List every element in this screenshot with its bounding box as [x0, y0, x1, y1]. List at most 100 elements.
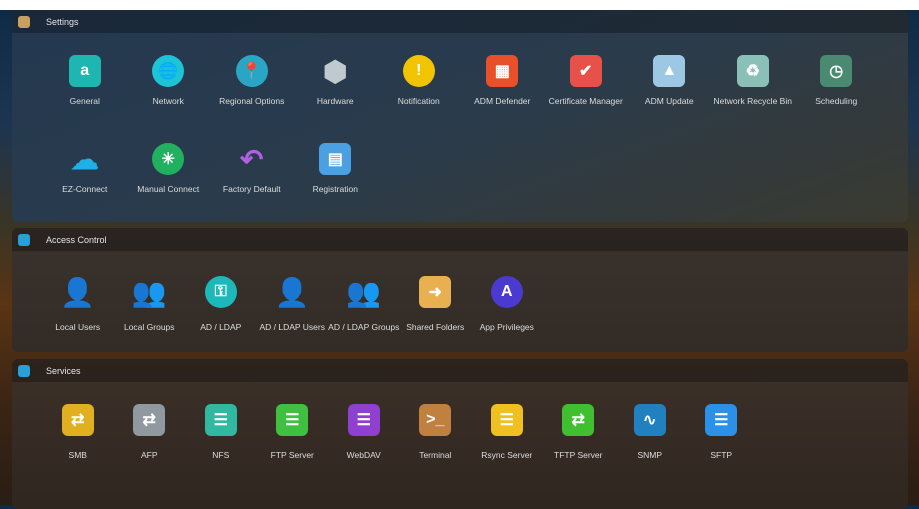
app-ad-ldap[interactable]: ⚿ AD / LDAP — [185, 251, 257, 351]
app-network-recycle-bin[interactable]: ♻ Network Recycle Bin — [711, 33, 795, 121]
app-label: Shared Folders — [406, 322, 465, 332]
app-label: Hardware — [316, 96, 354, 106]
network-globe-icon: 🌐 — [152, 55, 185, 87]
app-label: Factory Default — [222, 184, 281, 194]
app-registration[interactable]: ▤ Registration — [294, 121, 378, 209]
app-ad-ldap-users[interactable]: 👤 AD / LDAP Users — [257, 251, 329, 351]
factory-default-icon: ↶ — [240, 143, 264, 175]
tftp-server-icon: ⇄ — [562, 404, 595, 436]
app-scheduling[interactable]: ◷ Scheduling — [795, 33, 879, 121]
settings-gear-icon — [18, 15, 30, 28]
app-rsync-server[interactable]: ☰ Rsync Server — [471, 382, 543, 482]
adm-defender-icon: ▦ — [486, 55, 519, 87]
app-local-groups[interactable]: 👥 Local Groups — [114, 251, 186, 351]
nfs-icon: ☰ — [204, 404, 237, 436]
top-bar — [0, 0, 919, 10]
general-icon: a — [68, 55, 101, 87]
app-local-users[interactable]: 👤 Local Users — [42, 251, 114, 351]
shared-folders-icon: ➜ — [419, 276, 452, 308]
adm-update-icon: ▲ — [653, 55, 686, 87]
manual-connect-icon: ✳ — [152, 143, 185, 175]
app-label: AD / LDAP Users — [259, 322, 325, 332]
app-label: General — [69, 96, 100, 106]
app-label: Certificate Manager — [548, 96, 623, 106]
app-label: EZ-Connect — [62, 184, 108, 194]
app-label: Scheduling — [815, 96, 858, 106]
app-label: NFS — [212, 450, 230, 460]
app-label: Registration — [312, 184, 358, 194]
app-label: App Privileges — [479, 322, 534, 332]
app-network[interactable]: 🌐 Network — [127, 33, 211, 121]
app-notification[interactable]: ! Notification — [377, 33, 461, 121]
app-label: SFTP — [710, 450, 733, 460]
section-header: Settings — [12, 10, 908, 33]
app-label: AFP — [140, 450, 158, 460]
sftp-icon: ☰ — [705, 404, 738, 436]
app-manual-connect[interactable]: ✳ Manual Connect — [127, 121, 211, 209]
app-grid: a General 🌐 Network 📍 Regional Options ⬢ Hardwa… — [43, 33, 878, 209]
app-sftp[interactable]: ☰ SFTP — [686, 382, 758, 482]
app-webdav[interactable]: ☰ WebDAV — [328, 382, 400, 482]
section-header: Services — [12, 359, 908, 382]
app-factory-default[interactable]: ↶ Factory Default — [210, 121, 294, 209]
app-general[interactable]: a General — [43, 33, 127, 121]
app-grid: 👤 Local Users 👥 Local Groups ⚿ AD / LDAP 👤 AD /… — [42, 251, 757, 351]
app-label: TFTP Server — [554, 450, 603, 460]
app-label: Local Users — [55, 322, 101, 332]
app-privileges-icon: A — [490, 276, 523, 308]
app-label: Terminal — [419, 450, 452, 460]
app-label: Rsync Server — [481, 450, 533, 460]
app-snmp[interactable]: ∿ SNMP — [614, 382, 686, 482]
smb-icon: ⇄ — [61, 404, 94, 436]
ad-ldap-key-icon: ⚿ — [204, 276, 237, 308]
regional-options-icon: 📍 — [235, 55, 268, 87]
app-ad-ldap-groups[interactable]: 👥 AD / LDAP Groups — [328, 251, 400, 351]
app-tftp-server[interactable]: ⇄ TFTP Server — [543, 382, 615, 482]
certificate-manager-icon: ✔ — [569, 55, 602, 87]
app-ez-connect[interactable]: ☁ EZ-Connect — [43, 121, 127, 209]
hardware-nut-icon: ⬢ — [323, 55, 348, 87]
afp-icon: ⇄ — [133, 404, 166, 436]
app-adm-update[interactable]: ▲ ADM Update — [628, 33, 712, 121]
snmp-monitor-icon: ∿ — [633, 404, 666, 436]
app-label: Regional Options — [219, 96, 285, 106]
ftp-server-icon: ☰ — [276, 404, 309, 436]
access-control-icon — [18, 233, 30, 246]
app-terminal[interactable]: >_ Terminal — [400, 382, 472, 482]
app-regional-options[interactable]: 📍 Regional Options — [210, 33, 294, 121]
section-services: Services ⇄ SMB ⇄ AFP ☰ NFS ☰ FTP Server ☰ WebDAV >_… — [12, 359, 908, 509]
app-shared-folders[interactable]: ➜ Shared Folders — [400, 251, 472, 351]
notification-icon: ! — [402, 55, 435, 87]
ad-ldap-groups-icon: 👥 — [346, 276, 382, 308]
app-label: SNMP — [637, 450, 663, 460]
app-label: AD / LDAP Groups — [328, 322, 400, 332]
app-label: AD / LDAP — [200, 322, 242, 332]
webdav-icon: ☰ — [347, 404, 380, 436]
app-label: Local Groups — [123, 322, 175, 332]
terminal-icon: >_ — [419, 404, 452, 436]
app-label: FTP Server — [270, 450, 314, 460]
app-label: Manual Connect — [137, 184, 200, 194]
section-title: Services — [46, 365, 81, 376]
app-afp[interactable]: ⇄ AFP — [114, 382, 186, 482]
ez-connect-cloud-icon: ☁ — [70, 143, 99, 175]
app-ftp-server[interactable]: ☰ FTP Server — [257, 382, 329, 482]
ad-ldap-users-icon: 👤 — [274, 276, 310, 308]
section-access-control: Access Control 👤 Local Users 👥 Local Groups ⚿… — [12, 228, 908, 352]
section-title: Settings — [46, 16, 79, 27]
app-certificate-manager[interactable]: ✔ Certificate Manager — [544, 33, 628, 121]
registration-icon: ▤ — [319, 143, 352, 175]
app-smb[interactable]: ⇄ SMB — [42, 382, 114, 482]
app-app-privileges[interactable]: A App Privileges — [471, 251, 543, 351]
section-title: Access Control — [46, 234, 107, 245]
app-label: Network — [152, 96, 184, 106]
app-label: ADM Update — [644, 96, 694, 106]
rsync-server-icon: ☰ — [490, 404, 523, 436]
app-hardware[interactable]: ⬢ Hardware — [294, 33, 378, 121]
section-settings: Settings a General 🌐 Network 📍 Regional Option… — [12, 10, 908, 222]
app-adm-defender[interactable]: ▦ ADM Defender — [461, 33, 545, 121]
local-users-icon: 👤 — [60, 276, 96, 308]
app-label: SMB — [68, 450, 87, 460]
section-header: Access Control — [12, 228, 908, 251]
app-nfs[interactable]: ☰ NFS — [185, 382, 257, 482]
